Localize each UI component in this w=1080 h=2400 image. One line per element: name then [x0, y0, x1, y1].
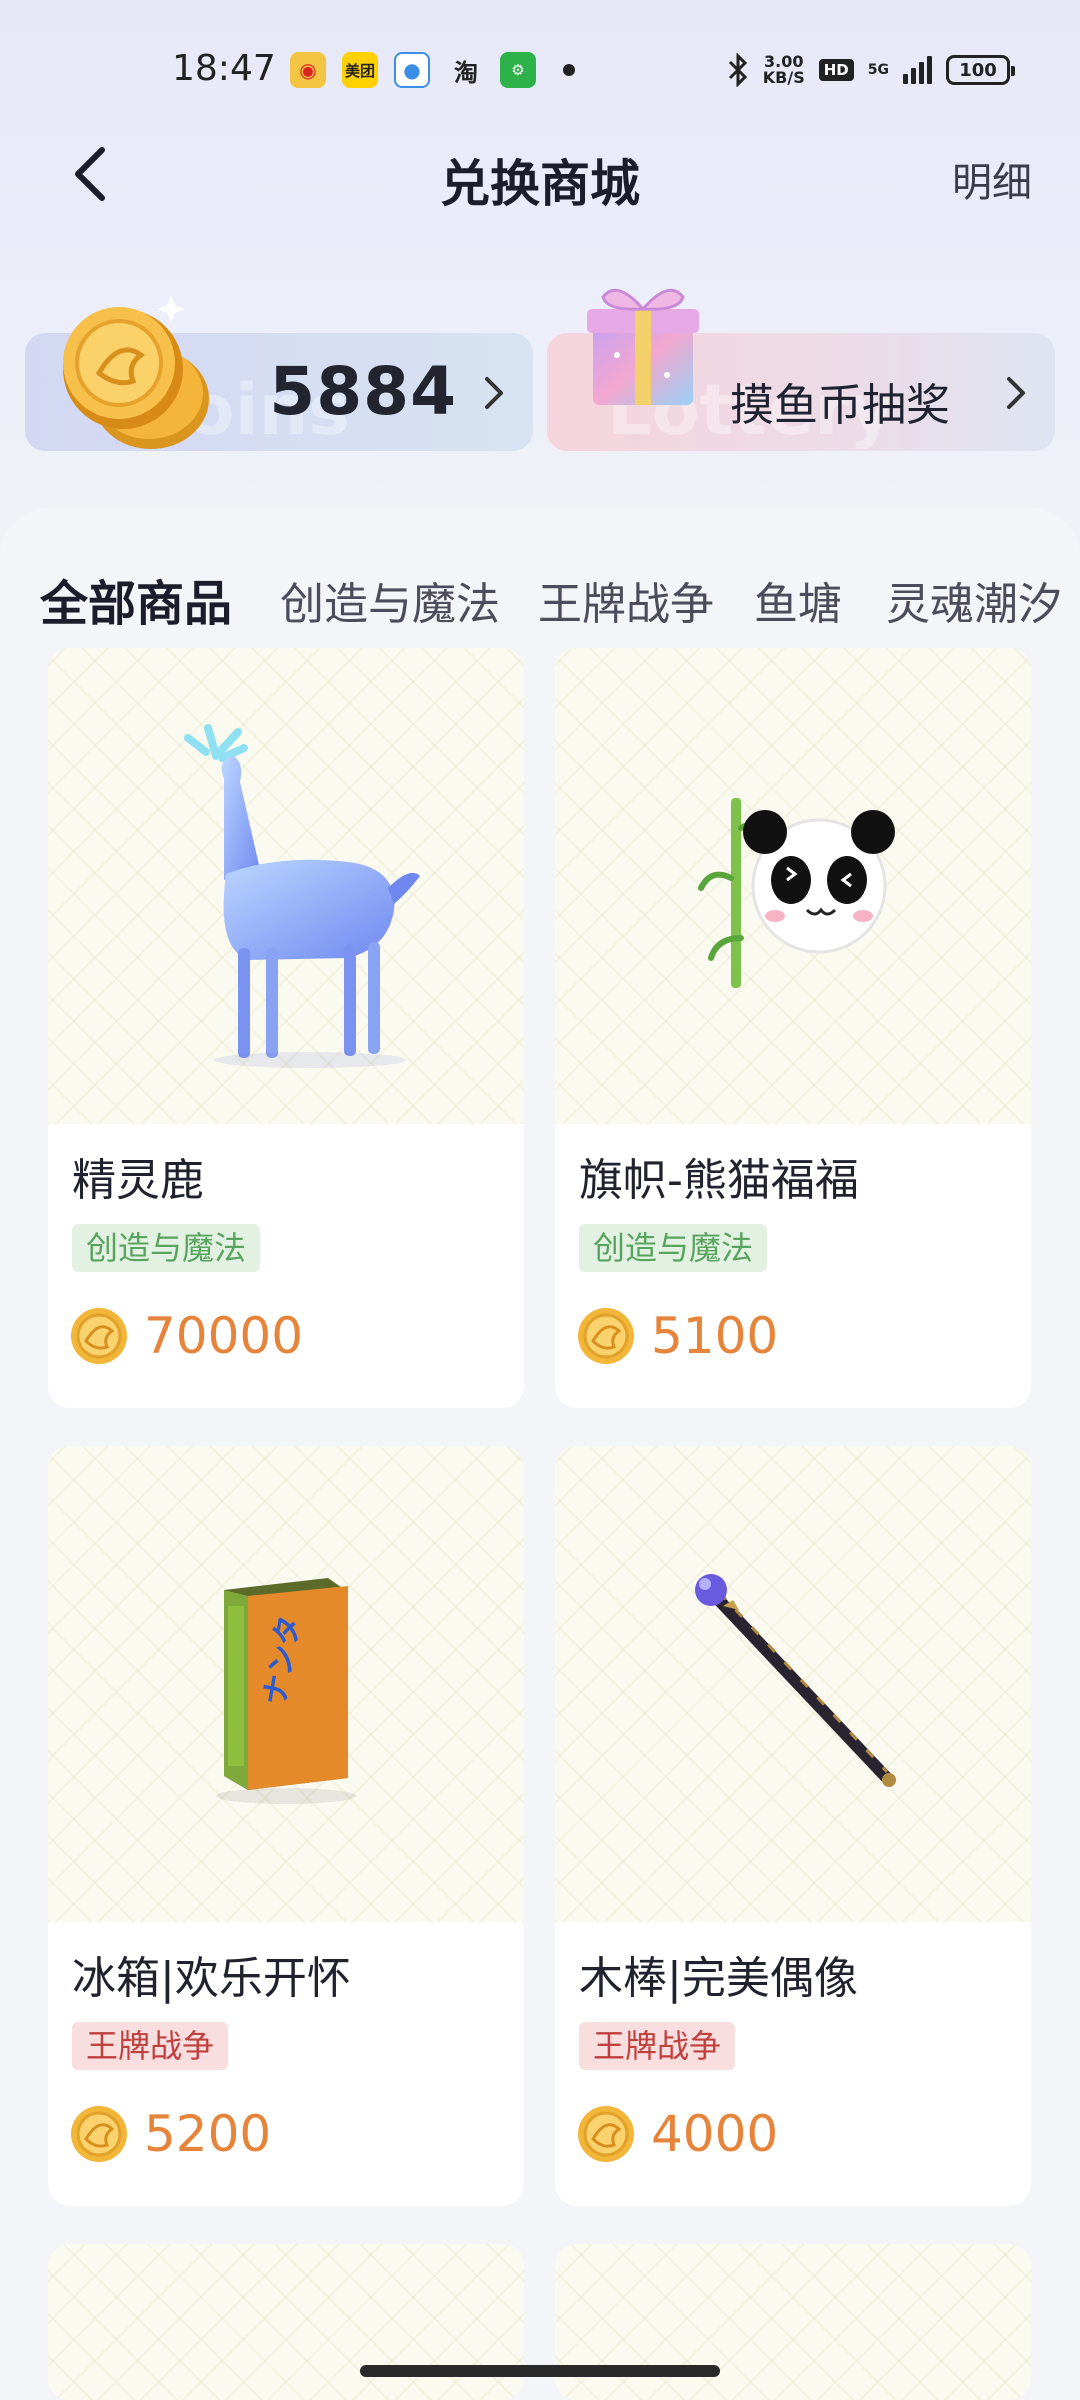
product-tag: 创造与魔法: [72, 1224, 261, 1272]
meituan-app-icon: 美团: [342, 52, 378, 88]
tab-ace-war[interactable]: 王牌战争: [538, 568, 714, 632]
product-card[interactable]: 旗帜-熊猫福福 创造与魔法 5100: [555, 648, 1031, 1408]
tab-all-products[interactable]: 全部商品: [40, 564, 232, 634]
tab-fish-pond[interactable]: 鱼塘: [754, 568, 842, 632]
tab-creation-and-magic[interactable]: 创造与魔法: [280, 568, 500, 632]
product-price: 70000: [144, 1307, 304, 1365]
product-name: 木棒|完美偶像: [579, 1953, 858, 2004]
product-name: 旗帜-熊猫福福: [579, 1155, 859, 1206]
product-image: ナンタ: [48, 1446, 524, 1922]
status-time: 18:47: [172, 48, 276, 89]
status-bar: 18:47 ◉ 美团 ● 淘 ⚙ 3.00 KB/S HD 5G 100: [0, 0, 1080, 140]
tab-soul-tide[interactable]: 灵魂潮汐: [886, 568, 1062, 632]
notification-dot-icon: [563, 64, 575, 76]
battery-icon: 100: [946, 55, 1015, 85]
price-row: 5200: [70, 2102, 271, 2166]
coins-balance-card[interactable]: Coins 5884: [25, 295, 533, 451]
product-card[interactable]: 精灵鹿 创造与魔法 70000: [48, 648, 524, 1408]
fridge-icon: ナンタ: [216, 1578, 356, 1804]
coin-icon: [71, 1308, 127, 1364]
home-indicator[interactable]: [360, 2365, 720, 2377]
lottery-card[interactable]: Lottery 摸鱼币抽奖: [547, 288, 1055, 451]
taobao-app-icon: 淘: [454, 58, 478, 87]
product-tag: 王牌战争: [579, 2022, 736, 2070]
signal-icon: [903, 56, 932, 84]
qq-app-icon: ●: [394, 52, 430, 88]
product-image: [48, 648, 524, 1124]
network-type: 5G: [867, 62, 889, 78]
price-row: 70000: [70, 1304, 303, 1368]
coin-icon: [578, 2106, 634, 2162]
status-right-group: 3.00 KB/S HD 5G 100: [727, 50, 1015, 90]
product-card[interactable]: 木棒|完美偶像 王牌战争 4000: [555, 1446, 1031, 2206]
chevron-right-icon: [1007, 377, 1025, 409]
network-speed: 3.00 KB/S: [762, 52, 805, 87]
coin-icon: [71, 2106, 127, 2162]
green-app-icon: ⚙: [500, 52, 536, 88]
gift-box-icon: [587, 288, 699, 405]
staff-icon: [695, 1574, 896, 1787]
coin-stack-icon: [63, 295, 209, 449]
bluetooth-icon: [728, 53, 747, 87]
product-tag: 创造与魔法: [579, 1224, 768, 1272]
chevron-right-icon: [485, 377, 503, 409]
coins-balance-value: 5884: [269, 353, 457, 430]
product-name: 精灵鹿: [72, 1155, 204, 1206]
app-header: 兑换商城 明细: [0, 130, 1080, 230]
product-price: 5200: [144, 2105, 272, 2163]
spirit-deer-icon: [184, 724, 420, 1068]
product-price: 4000: [651, 2105, 779, 2163]
product-image: [555, 648, 1031, 1124]
product-card[interactable]: ナンタ 冰箱|欢乐开怀 王牌战争 5200: [48, 1446, 524, 2206]
lottery-label: 摸鱼币抽奖: [730, 380, 950, 431]
detail-link[interactable]: 明细: [952, 150, 1032, 208]
category-tabs: 全部商品 创造与魔法 王牌战争 鱼塘 灵魂潮汐: [0, 538, 1080, 656]
product-name: 冰箱|欢乐开怀: [72, 1953, 351, 2004]
price-row: 4000: [577, 2102, 778, 2166]
product-image: [555, 1446, 1031, 1922]
hd-badge: HD: [818, 59, 854, 81]
panda-flag-icon: [698, 798, 895, 988]
coin-icon: [578, 1308, 634, 1364]
product-price: 5100: [651, 1307, 779, 1365]
product-tag: 王牌战争: [72, 2022, 229, 2070]
price-row: 5100: [577, 1304, 778, 1368]
page-title: 兑换商城: [440, 155, 640, 213]
weibo-app-icon: ◉: [290, 52, 326, 88]
